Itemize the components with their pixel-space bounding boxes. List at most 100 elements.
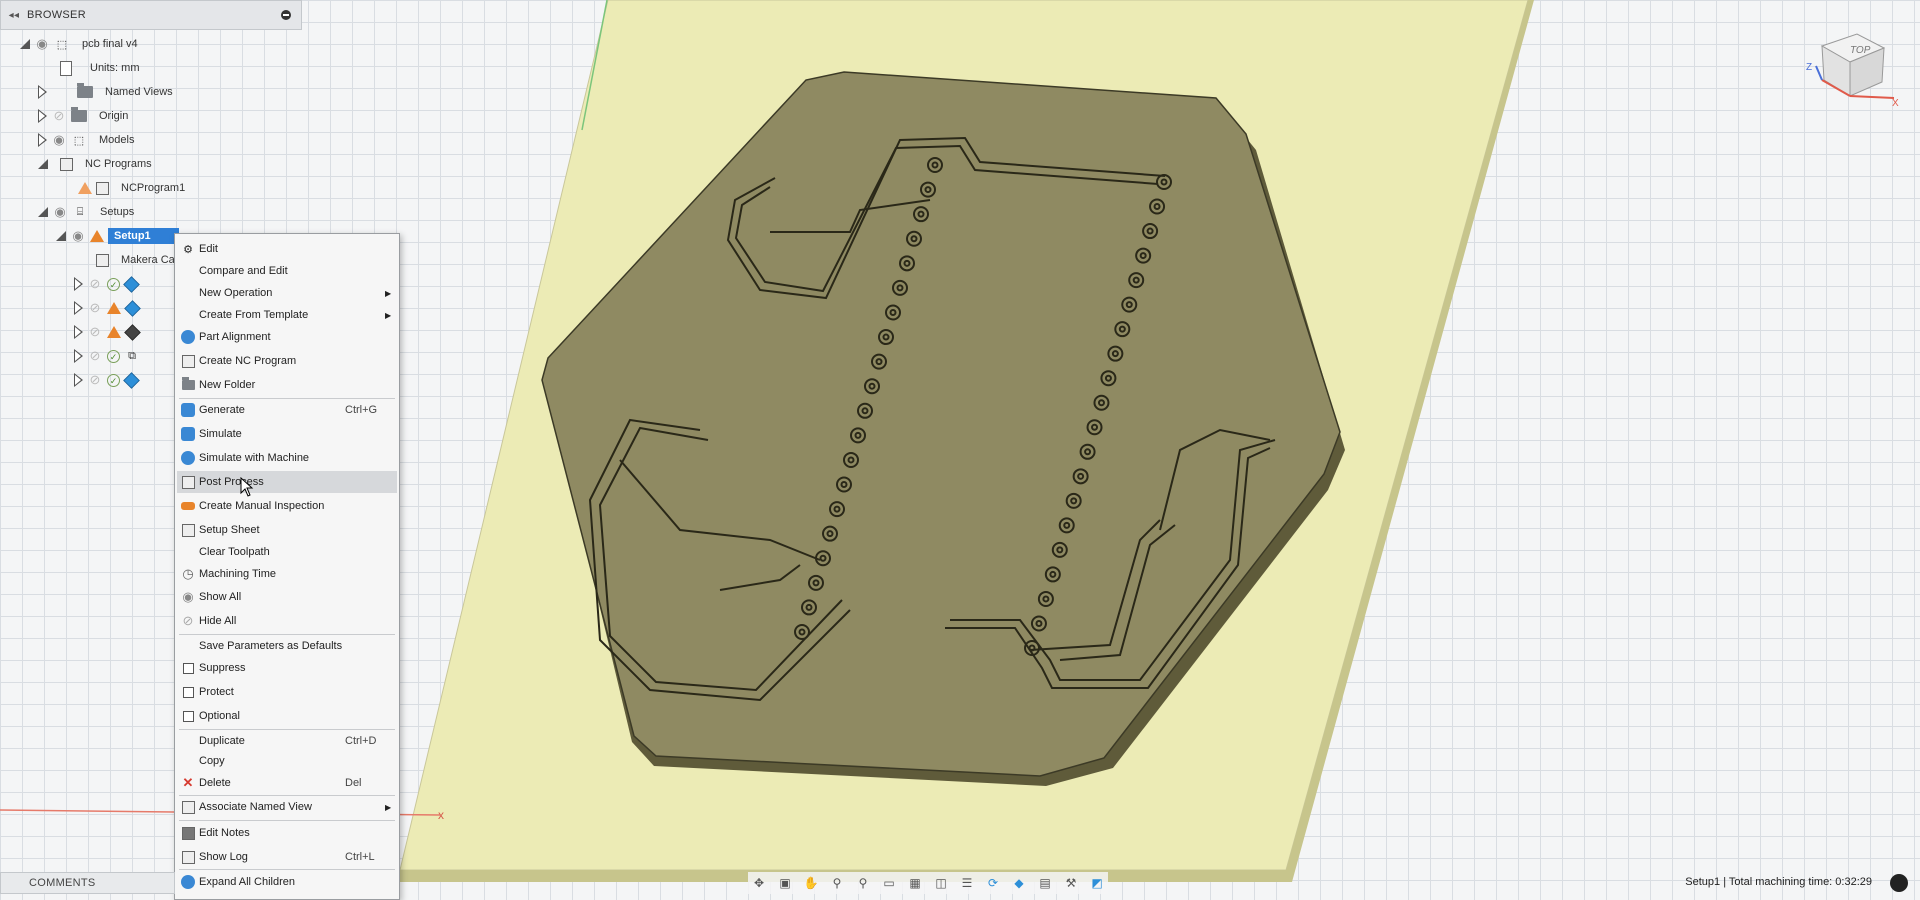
- eye-off-icon[interactable]: ⊘: [87, 300, 103, 316]
- toolpath-display-icon[interactable]: ▤: [1034, 874, 1056, 892]
- collapsed-triangle-icon[interactable]: [74, 277, 83, 291]
- context-menu[interactable]: ⚙ Edit Compare and Edit New Operation ▶ …: [174, 233, 400, 900]
- tree-item-label: pcb final v4: [82, 38, 138, 50]
- setup-sheet-icon: [181, 523, 195, 537]
- collapse-panel-icon[interactable]: ◂◂: [1, 10, 27, 21]
- tree-item-ncprogram1[interactable]: NCProgram1: [78, 177, 185, 199]
- menu-item-label: Clear Toolpath: [199, 546, 270, 558]
- tool-icon[interactable]: ⚒: [1060, 874, 1082, 892]
- collapsed-triangle-icon[interactable]: [74, 301, 83, 315]
- browser-header[interactable]: ◂◂ BROWSER: [0, 0, 302, 30]
- eye-icon[interactable]: ◉: [70, 228, 86, 244]
- comments-panel[interactable]: COMMENTS: [0, 872, 175, 894]
- notification-icon[interactable]: [1890, 874, 1908, 892]
- menu-item-setup-sheet[interactable]: Setup Sheet: [177, 519, 397, 541]
- collapsed-triangle-icon[interactable]: [74, 325, 83, 339]
- menu-item-show-all[interactable]: ◉ Show All: [177, 586, 397, 608]
- expanded-triangle-icon[interactable]: [56, 231, 66, 241]
- tree-item-models[interactable]: ◉ ⬚ Models: [38, 129, 134, 151]
- viewports-icon[interactable]: ◫: [930, 874, 952, 892]
- tree-item-operation[interactable]: ⊘ ✓: [74, 369, 140, 391]
- tree-item-nc-programs[interactable]: NC Programs: [38, 153, 152, 175]
- menu-item-new-folder[interactable]: New Folder: [177, 374, 397, 396]
- tree-item-operation[interactable]: ⊘: [74, 297, 141, 319]
- menu-item-new-operation[interactable]: New Operation ▶: [177, 282, 397, 304]
- expanded-triangle-icon[interactable]: [20, 39, 30, 49]
- menu-item-part-alignment[interactable]: Part Alignment: [177, 326, 397, 348]
- machine-view-icon[interactable]: ◩: [1086, 874, 1108, 892]
- tree-item-units[interactable]: Units: mm: [60, 57, 140, 79]
- refresh-icon[interactable]: ⟳: [982, 874, 1004, 892]
- tree-item-operation[interactable]: ⊘ ✓: [74, 273, 140, 295]
- menu-item-copy[interactable]: Copy: [177, 750, 397, 772]
- menu-item-delete[interactable]: ✕ Delete Del: [177, 772, 397, 794]
- menu-item-expand-all-children[interactable]: Expand All Children: [177, 871, 397, 893]
- protect-checkbox[interactable]: [182, 686, 194, 698]
- pan-hand-icon[interactable]: ✋: [800, 874, 822, 892]
- look-at-icon[interactable]: ▣: [774, 874, 796, 892]
- menu-item-generate[interactable]: Generate Ctrl+G: [177, 399, 397, 421]
- eye-off-icon[interactable]: ⊘: [87, 348, 103, 364]
- menu-item-compare-edit[interactable]: Compare and Edit: [177, 260, 397, 282]
- menu-item-label: Part Alignment: [199, 331, 271, 343]
- nc-program-icon: [96, 181, 109, 195]
- tree-item-setups[interactable]: ◉ ⌸ Setups: [38, 201, 134, 223]
- menu-item-create-from-template[interactable]: Create From Template ▶: [177, 304, 397, 326]
- stock-icon[interactable]: ◆: [1008, 874, 1030, 892]
- menu-item-save-parameters[interactable]: Save Parameters as Defaults: [177, 635, 397, 657]
- viewcube[interactable]: TOP Z X: [1802, 26, 1902, 110]
- menu-item-create-nc-program[interactable]: Create NC Program: [177, 350, 397, 372]
- menu-item-suppress[interactable]: Suppress: [177, 657, 397, 679]
- grid-icon[interactable]: ▦: [904, 874, 926, 892]
- menu-item-simulate[interactable]: Simulate: [177, 423, 397, 445]
- menu-item-label: Hide All: [199, 615, 237, 627]
- eye-icon[interactable]: ◉: [34, 36, 50, 52]
- menu-item-simulate-with-machine[interactable]: Simulate with Machine: [177, 447, 397, 469]
- menu-item-edit-notes[interactable]: Edit Notes: [177, 822, 397, 844]
- menu-item-machining-time[interactable]: ◷ Machining Time: [177, 563, 397, 585]
- section-icon[interactable]: ☰: [956, 874, 978, 892]
- tree-item-document[interactable]: ◉ ⬚ pcb final v4: [20, 33, 138, 55]
- menu-item-label: Machining Time: [199, 568, 277, 580]
- collapsed-triangle-icon[interactable]: [38, 133, 47, 147]
- menu-item-associate-named-view[interactable]: Associate Named View ▶: [177, 796, 397, 818]
- expanded-triangle-icon[interactable]: [38, 159, 48, 169]
- eye-icon[interactable]: ◉: [52, 204, 68, 220]
- menu-item-clear-toolpath[interactable]: Clear Toolpath: [177, 541, 397, 563]
- tree-item-origin[interactable]: ⊘ Origin: [38, 105, 128, 127]
- eye-off-icon[interactable]: ⊘: [87, 276, 103, 292]
- menu-item-post-process[interactable]: Post Process: [177, 471, 397, 493]
- eye-off-icon[interactable]: ⊘: [87, 324, 103, 340]
- orbit-icon[interactable]: ✥: [748, 874, 770, 892]
- optional-checkbox[interactable]: [182, 710, 194, 722]
- tree-item-operation[interactable]: ⊘ ✓ ⧉: [74, 345, 140, 367]
- collapsed-triangle-icon[interactable]: [38, 85, 47, 99]
- eye-icon[interactable]: ◉: [51, 132, 67, 148]
- mouse-cursor-icon: [240, 477, 254, 497]
- menu-item-edit[interactable]: ⚙ Edit: [177, 238, 397, 260]
- tree-item-setup1[interactable]: ◉ Setup1: [56, 225, 179, 247]
- tree-item-operation[interactable]: ⊘: [74, 321, 141, 343]
- suppress-checkbox[interactable]: [182, 662, 194, 674]
- eye-off-icon[interactable]: ⊘: [87, 372, 103, 388]
- selected-tree-item-label[interactable]: Setup1: [108, 228, 179, 244]
- menu-item-show-log[interactable]: Show Log Ctrl+L: [177, 846, 397, 868]
- pin-icon[interactable]: [281, 10, 291, 20]
- collapsed-triangle-icon[interactable]: [74, 373, 83, 387]
- collapsed-triangle-icon[interactable]: [74, 349, 83, 363]
- collapsed-triangle-icon[interactable]: [38, 109, 47, 123]
- tree-item-machine[interactable]: Makera Ca: [96, 249, 175, 271]
- fit-icon[interactable]: ⚲: [852, 874, 874, 892]
- tree-item-named-views[interactable]: Named Views: [38, 81, 173, 103]
- eye-off-icon[interactable]: ⊘: [51, 108, 67, 124]
- zoom-icon[interactable]: ⚲: [826, 874, 848, 892]
- menu-item-optional[interactable]: Optional: [177, 705, 397, 727]
- menu-item-manual-inspection[interactable]: Create Manual Inspection: [177, 495, 397, 517]
- menu-item-duplicate[interactable]: Duplicate Ctrl+D: [177, 730, 397, 752]
- menu-item-hide-all[interactable]: ⊘ Hide All: [177, 610, 397, 632]
- display-settings-icon[interactable]: ▭: [878, 874, 900, 892]
- menu-item-label: New Folder: [199, 379, 256, 391]
- menu-item-protect[interactable]: Protect: [177, 681, 397, 703]
- eye-icon: ◉: [182, 589, 194, 604]
- expanded-triangle-icon[interactable]: [38, 207, 48, 217]
